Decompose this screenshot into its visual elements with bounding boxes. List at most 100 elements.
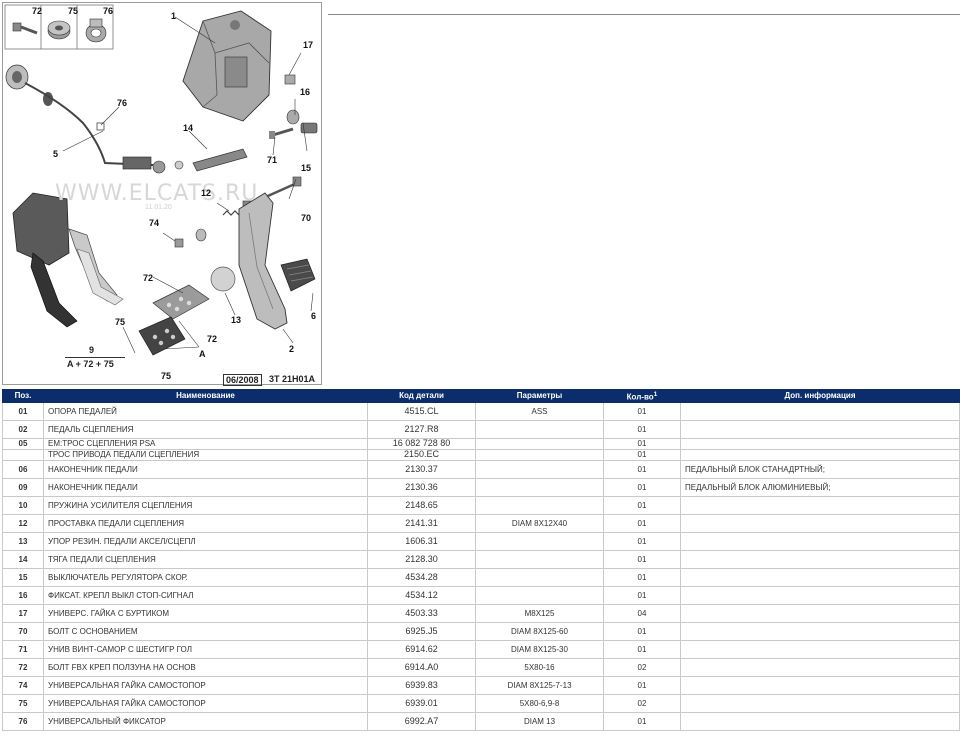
screw-72-icon	[12, 22, 38, 35]
cell-code[interactable]: 2127.R8	[367, 419, 476, 439]
callout-5-label: 5	[53, 149, 59, 159]
clutch-pedal-2-icon	[238, 192, 288, 330]
table-row[interactable]: 02 ПЕДАЛЬ СЦЕПЛЕНИЯ 2127.R8 01	[2, 419, 960, 439]
callout-12-label: 12	[201, 188, 212, 198]
cell-qty: 01	[603, 621, 681, 641]
cell-qty: 01	[603, 401, 681, 421]
cell-code[interactable]: 2128.30	[367, 549, 476, 569]
cell-qty: 01	[603, 639, 681, 659]
cell-code[interactable]: 6925.J5	[367, 621, 476, 641]
table-row[interactable]: 16 ФИКСАТ. КРЕПЛ ВЫКЛ СТОП-СИГНАЛ 4534.12 0…	[2, 585, 960, 605]
table-row[interactable]: 17 УНИВЕРС. ГАЙКА С БУРТИКОМ 4503.33 M8X125…	[2, 603, 960, 623]
cell-info	[680, 711, 960, 731]
callout-1-label: 1	[171, 11, 177, 21]
cell-code[interactable]: 4534.28	[367, 567, 476, 587]
callout-72-label: 72	[32, 6, 43, 16]
cell-info	[680, 585, 960, 605]
callout-75-label: 75	[68, 6, 79, 16]
cell-params: DIAM 8X12X40	[475, 513, 604, 533]
cell-code[interactable]: 6939.01	[367, 693, 476, 713]
cell-pos: 70	[2, 621, 44, 641]
cell-name: БОЛТ С ОСНОВАНИЕМ	[43, 621, 368, 641]
table-row[interactable]: 05 EM:ТРОС СЦЕПЛЕНИЯ PSA 16 082 728 80 01	[2, 437, 960, 450]
cell-info	[680, 639, 960, 659]
cell-params	[475, 567, 604, 587]
col-header-info: Доп. информация	[680, 389, 960, 403]
cell-qty: 01	[603, 585, 681, 605]
cell-pos: 02	[2, 419, 44, 439]
cell-code[interactable]: 6914.62	[367, 639, 476, 659]
parts-table: Поз. Наименование Код детали Параметры К…	[2, 389, 960, 731]
cell-name: ОПОРА ПЕДАЛЕЙ	[43, 401, 368, 421]
table-row[interactable]: 06 НАКОНЕЧНИК ПЕДАЛИ 2130.37 01 ПЕДАЛЬНЫЙ БЛ…	[2, 459, 960, 479]
table-row[interactable]: 12 ПРОСТАВКА ПЕДАЛИ СЦЕПЛЕНИЯ 2141.31 DIAM …	[2, 513, 960, 533]
watermark-date: 11.01.20	[145, 204, 172, 211]
bolt-71-icon	[269, 127, 294, 139]
cell-pos: 05	[2, 437, 44, 450]
cell-code[interactable]: 2130.37	[367, 459, 476, 479]
cell-info: ПЕДАЛЬНЫЙ БЛОК СТАНАДРТНЫЙ;	[680, 459, 960, 479]
table-row[interactable]: 76 УНИВЕРСАЛЬНЫЙ ФИКСАТОР 6992.A7 DIAM 13 01	[2, 711, 960, 731]
cell-qty: 01	[603, 675, 681, 695]
cell-params	[475, 448, 604, 461]
table-row[interactable]: 72 БОЛТ FBX КРЕП ПОЛЗУНА НА ОСНОВ 6914.A0 5…	[2, 657, 960, 677]
cell-info	[680, 603, 960, 623]
table-row[interactable]: ТРОС ПРИВОДА ПЕДАЛИ СЦЕПЛЕНИЯ 2150.EC 01	[2, 448, 960, 461]
callout-75c-label: 75	[161, 371, 172, 381]
table-header-row: Поз. Наименование Код детали Параметры К…	[2, 389, 960, 403]
cell-code[interactable]: 6939.83	[367, 675, 476, 695]
table-row[interactable]: 70 БОЛТ С ОСНОВАНИЕМ 6925.J5 DIAM 8X125-60 0…	[2, 621, 960, 641]
cell-pos: 06	[2, 459, 44, 479]
cell-name: БОЛТ FBX КРЕП ПОЛЗУНА НА ОСНОВ	[43, 657, 368, 677]
cell-code[interactable]: 4503.33	[367, 603, 476, 623]
cell-qty: 01	[603, 459, 681, 479]
cell-code[interactable]: 16 082 728 80	[367, 437, 476, 450]
cell-code[interactable]: 2141.31	[367, 513, 476, 533]
table-row[interactable]: 15 ВЫКЛЮЧАТЕЛЬ РЕГУЛЯТОРА СКОР. 4534.28 01	[2, 567, 960, 587]
cell-code[interactable]: 6914.A0	[367, 657, 476, 677]
pedal-pad-kit-a-icon	[138, 284, 210, 356]
cell-qty: 01	[603, 495, 681, 515]
cell-code[interactable]: 2130.36	[367, 477, 476, 497]
cell-qty: 01	[603, 567, 681, 587]
cell-qty: 02	[603, 693, 681, 713]
table-row[interactable]: 09 НАКОНЕЧНИК ПЕДАЛИ 2130.36 01 ПЕДАЛЬНЫЙ БЛ…	[2, 477, 960, 497]
cell-qty: 01	[603, 711, 681, 731]
cell-info	[680, 448, 960, 461]
cell-code[interactable]: 6992.A7	[367, 711, 476, 731]
callout-72c-label: 72	[207, 334, 218, 344]
cell-name: УНИВ ВИНТ-САМОР С ШЕСТИГР ГОЛ	[43, 639, 368, 659]
table-row[interactable]: 71 УНИВ ВИНТ-САМОР С ШЕСТИГР ГОЛ 6914.62 DI…	[2, 639, 960, 659]
callout-2-label: 2	[289, 344, 295, 354]
table-row[interactable]: 13 УПОР РЕЗИН. ПЕДАЛИ АКСЕЛ/СЦЕПЛ 1606.31 0…	[2, 531, 960, 551]
cell-name: НАКОНЕЧНИК ПЕДАЛИ	[43, 459, 368, 479]
cell-pos: 74	[2, 675, 44, 695]
cell-params	[475, 585, 604, 605]
cell-code[interactable]: 2150.EC	[367, 448, 476, 461]
callout-75b-label: 75	[115, 317, 126, 327]
cell-name: ПРУЖИНА УСИЛИТЕЛЯ СЦЕПЛЕНИЯ	[43, 495, 368, 515]
clutch-rod-14-icon	[174, 148, 248, 172]
table-row[interactable]: 10 ПРУЖИНА УСИЛИТЕЛЯ СЦЕПЛЕНИЯ 2148.65 01	[2, 495, 960, 515]
cell-code[interactable]: 4534.12	[367, 585, 476, 605]
cell-name: УПОР РЕЗИН. ПЕДАЛИ АКСЕЛ/СЦЕПЛ	[43, 531, 368, 551]
cell-pos: 14	[2, 549, 44, 569]
cell-name: EM:ТРОС СЦЕПЛЕНИЯ PSA	[43, 437, 368, 450]
cell-qty: 01	[603, 448, 681, 461]
cell-pos: 75	[2, 693, 44, 713]
cell-name: ТРОС ПРИВОДА ПЕДАЛИ СЦЕПЛЕНИЯ	[43, 448, 368, 461]
cell-name: УНИВЕРСАЛЬНАЯ ГАЙКА САМОСТОПОР	[43, 693, 368, 713]
table-row[interactable]: 14 ТЯГА ПЕДАЛИ СЦЕПЛЕНИЯ 2128.30 01	[2, 549, 960, 569]
cell-qty: 01	[603, 477, 681, 497]
cell-code[interactable]: 2148.65	[367, 495, 476, 515]
table-row[interactable]: 74 УНИВЕРСАЛЬНАЯ ГАЙКА САМОСТОПОР 6939.83 D…	[2, 675, 960, 695]
date-stamp: 06/2008	[223, 374, 262, 386]
table-row[interactable]: 75 УНИВЕРСАЛЬНАЯ ГАЙКА САМОСТОПОР 6939.01 5…	[2, 693, 960, 713]
cell-code[interactable]: 1606.31	[367, 531, 476, 551]
callout-14-label: 14	[183, 123, 194, 133]
table-row[interactable]: 01 ОПОРА ПЕДАЛЕЙ 4515.CL ASS 01	[2, 401, 960, 421]
cell-params: M8X125	[475, 603, 604, 623]
cell-code[interactable]: 4515.CL	[367, 401, 476, 421]
cell-pos: 72	[2, 657, 44, 677]
callout-70-label: 70	[301, 213, 312, 223]
